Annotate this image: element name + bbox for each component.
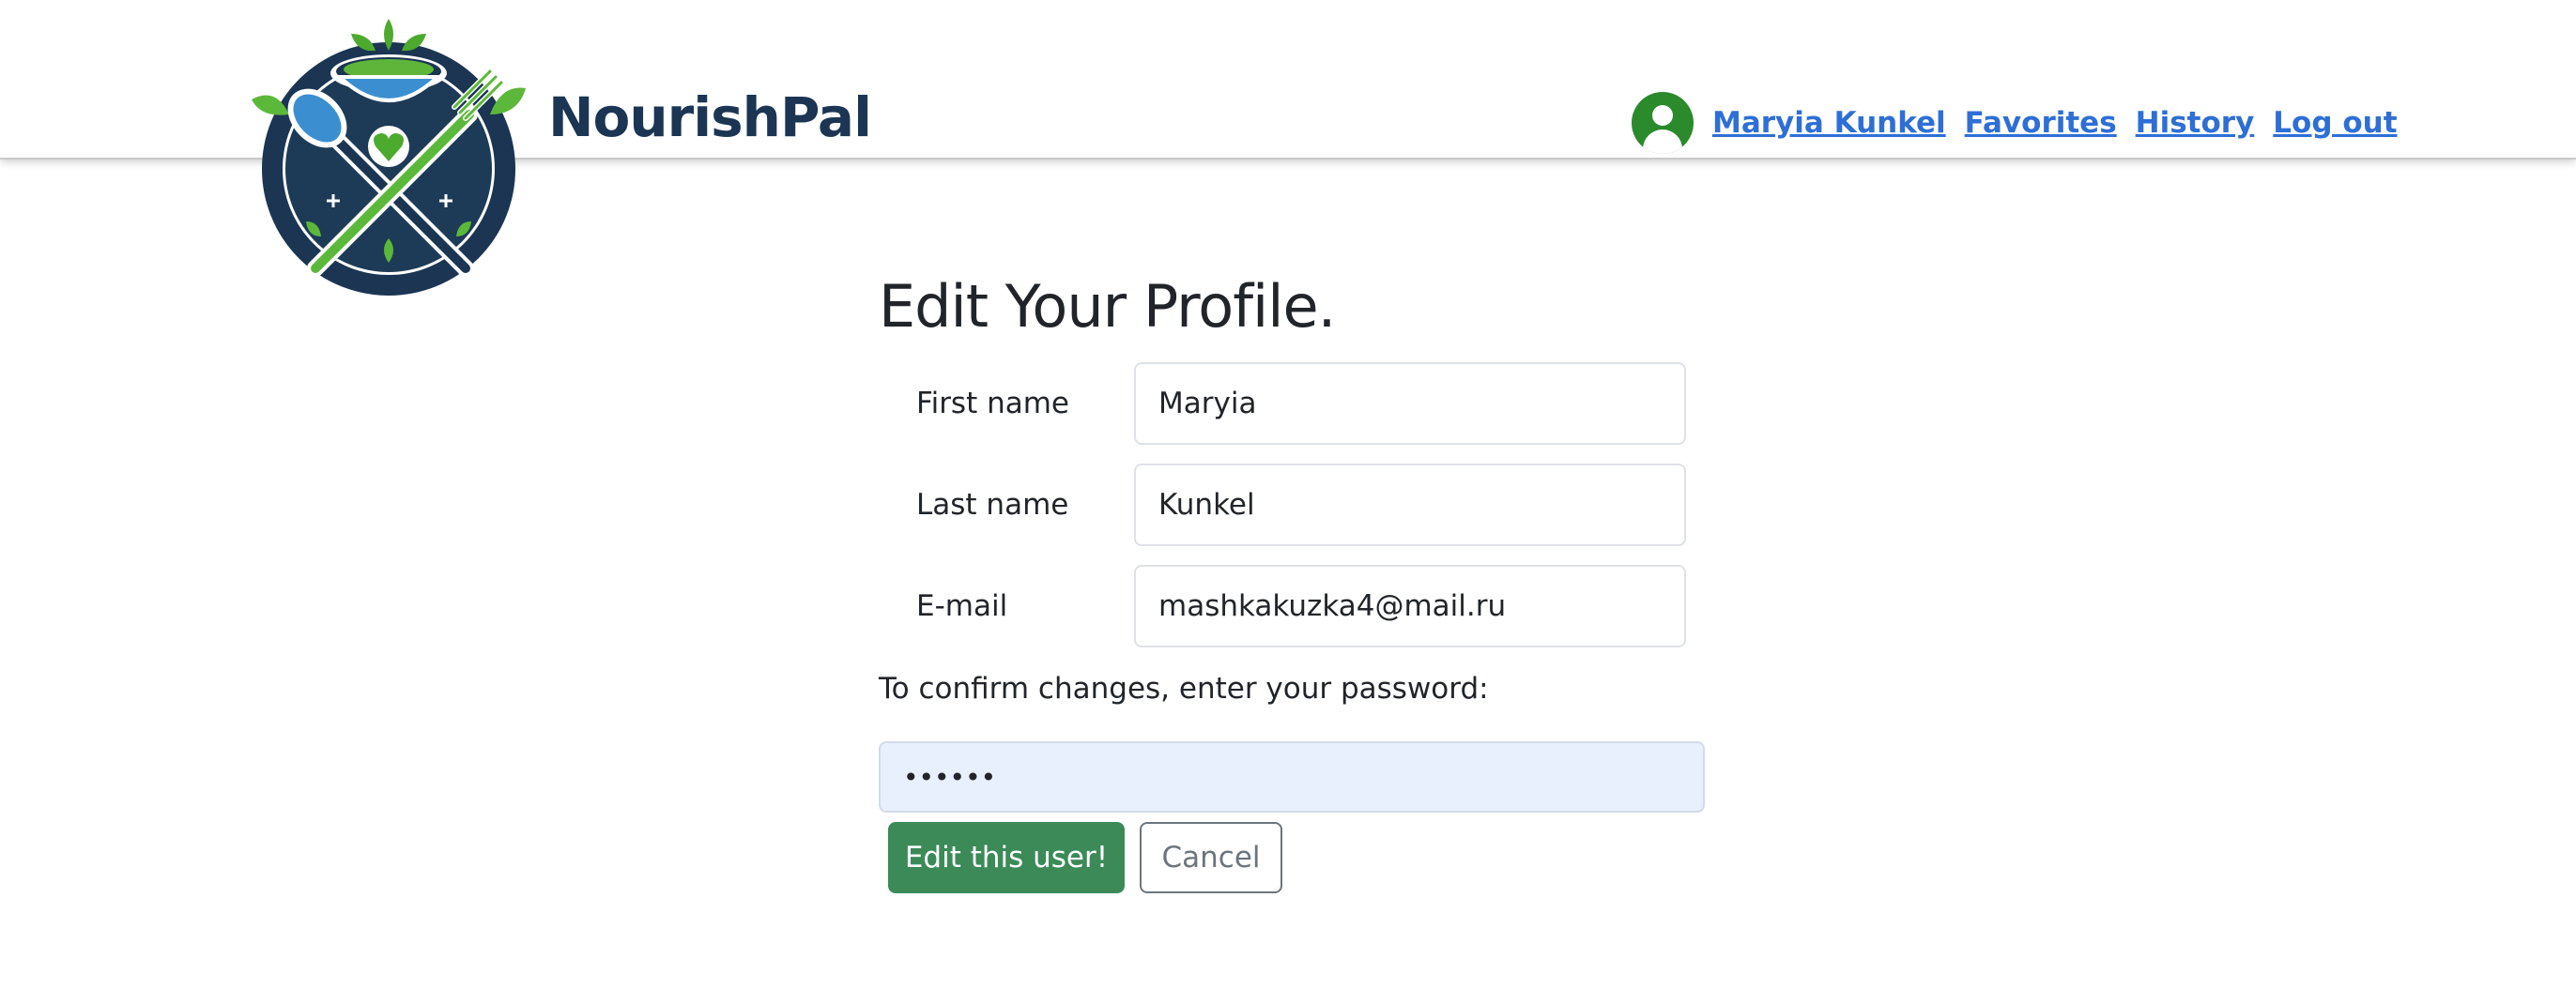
avatar-body bbox=[1643, 129, 1682, 154]
confirm-password-instruction: To confirm changes, enter your password: bbox=[879, 672, 1489, 706]
cancel-button[interactable]: Cancel bbox=[1140, 822, 1282, 893]
first-name-label: First name bbox=[916, 387, 1070, 420]
nav-link-user-profile[interactable]: Maryia Kunkel bbox=[1712, 106, 1946, 140]
email-label: E-mail bbox=[916, 589, 1008, 623]
nav-link-history[interactable]: History bbox=[2136, 106, 2255, 140]
edit-user-button[interactable]: Edit this user! bbox=[888, 822, 1125, 893]
password-field[interactable] bbox=[879, 741, 1705, 813]
nav-link-favorites[interactable]: Favorites bbox=[1965, 106, 2117, 140]
last-name-field[interactable] bbox=[1134, 464, 1686, 546]
user-nav: Maryia Kunkel Favorites History Log out bbox=[1632, 90, 2398, 156]
brand-name[interactable]: NourishPal bbox=[548, 83, 872, 152]
page-title: Edit Your Profile. bbox=[879, 272, 1336, 341]
avatar-head bbox=[1652, 105, 1673, 126]
last-name-label: Last name bbox=[916, 488, 1069, 522]
user-avatar-icon[interactable] bbox=[1632, 92, 1694, 154]
email-field[interactable] bbox=[1134, 565, 1686, 647]
nourishpal-logo-icon[interactable] bbox=[248, 13, 529, 297]
first-name-field[interactable] bbox=[1134, 362, 1686, 445]
nav-link-logout[interactable]: Log out bbox=[2273, 106, 2397, 140]
